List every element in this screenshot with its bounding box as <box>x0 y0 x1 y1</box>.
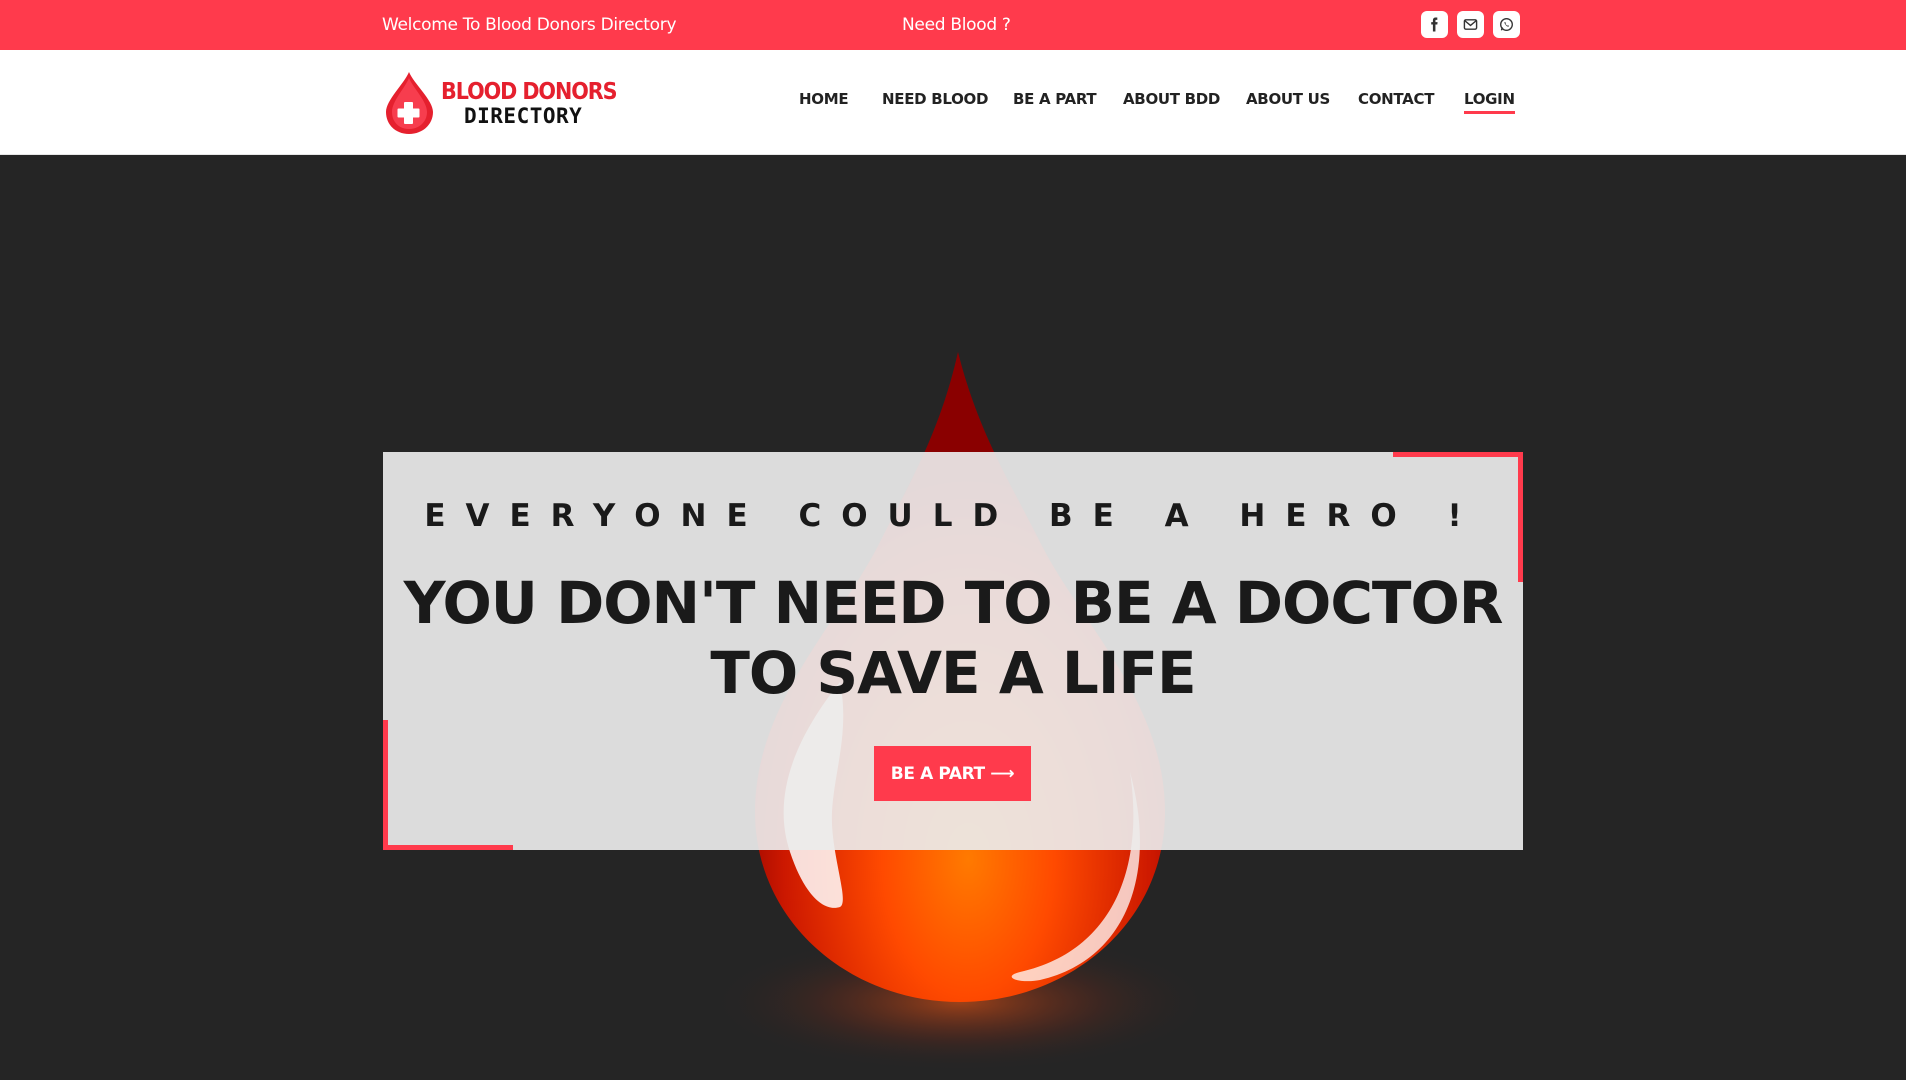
welcome-text: Welcome To Blood Donors Directory <box>382 15 677 35</box>
nav-contact[interactable]: CONTACT <box>1358 90 1434 108</box>
blood-drop-icon <box>386 72 433 134</box>
site-header: BLOOD DONORS DIRECTORY HOME NEED BLOOD B… <box>0 50 1906 155</box>
card-corner-accent-bottom-left-vertical <box>383 720 388 850</box>
mail-icon[interactable] <box>1457 11 1484 38</box>
nav-login[interactable]: LOGIN <box>1464 90 1515 114</box>
nav-about-bdd[interactable]: ABOUT BDD <box>1123 90 1220 108</box>
card-corner-accent-top-right <box>1393 452 1523 457</box>
need-blood-link[interactable]: Need Blood ? <box>902 15 1011 35</box>
nav-be-a-part[interactable]: BE A PART <box>1013 90 1097 108</box>
hero-tagline: EVERYONE COULD BE A HERO ! <box>424 498 1482 534</box>
card-corner-accent-bottom-left <box>383 845 513 850</box>
nav-about-us[interactable]: ABOUT US <box>1246 90 1330 108</box>
brand-line2: DIRECTORY <box>464 104 583 128</box>
hero-headline: YOU DON'T NEED TO BE A DOCTOR TO SAVE A … <box>383 568 1523 708</box>
nav-home[interactable]: HOME <box>799 90 849 108</box>
hero-headline-line2: TO SAVE A LIFE <box>710 639 1196 707</box>
top-bar: Welcome To Blood Donors Directory Need B… <box>0 0 1906 50</box>
hero-headline-line1: YOU DON'T NEED TO BE A DOCTOR <box>403 569 1504 637</box>
facebook-icon[interactable] <box>1421 11 1448 38</box>
whatsapp-icon[interactable] <box>1493 11 1520 38</box>
nav-need-blood[interactable]: NEED BLOOD <box>882 90 988 108</box>
be-a-part-button[interactable]: BE A PART ⟶ <box>874 746 1031 801</box>
brand-line1: BLOOD DONORS <box>441 79 617 105</box>
brand-logo[interactable]: BLOOD DONORS DIRECTORY <box>382 70 622 136</box>
